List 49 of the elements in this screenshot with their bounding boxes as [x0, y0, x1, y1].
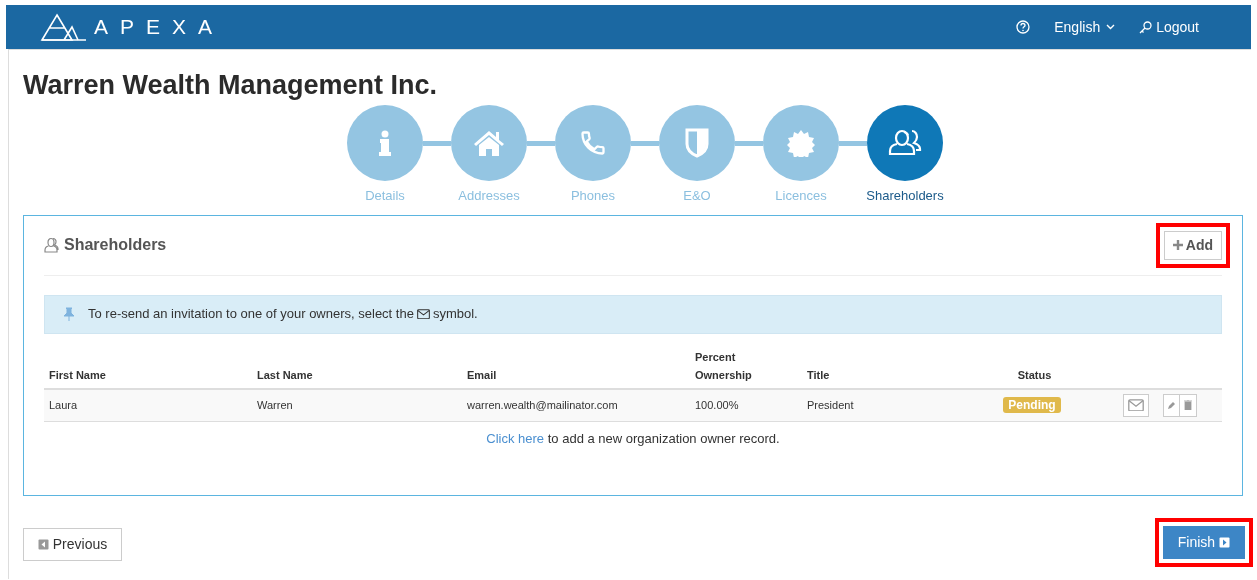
pencil-icon	[1167, 400, 1176, 410]
step-connector	[527, 141, 555, 146]
step-back-icon	[37, 539, 49, 550]
panel-title: Shareholders	[64, 235, 167, 255]
previous-button[interactable]: Previous	[23, 528, 122, 561]
column-header: Last Name	[256, 367, 314, 383]
key-icon	[1139, 20, 1153, 34]
status-badge: Pending	[1003, 397, 1061, 413]
envelope-icon	[1128, 398, 1144, 412]
table-cell-text: 100.00%	[694, 397, 740, 413]
step-connector	[423, 141, 451, 146]
resend-invite-button[interactable]	[1123, 393, 1149, 417]
alert-text: To re-send an invitation to one of your owners, select the symbol.	[88, 305, 478, 324]
user-icon	[44, 237, 60, 253]
delete-button[interactable]	[1180, 393, 1197, 417]
step-forward-icon	[1219, 536, 1231, 548]
logo-text: APEXA	[94, 14, 225, 41]
step-connector	[735, 141, 763, 146]
envelope-icon	[416, 308, 430, 320]
step-connector	[631, 141, 659, 146]
table-cell-text: Warren	[256, 397, 294, 413]
chevron-icon	[1106, 24, 1116, 30]
phone-icon	[579, 129, 607, 157]
add-button[interactable]: Add	[1163, 230, 1222, 260]
shield-icon	[685, 128, 709, 158]
column-header: First Name	[48, 367, 107, 383]
pin-icon	[63, 307, 75, 321]
logout-link[interactable]: Logout	[1139, 16, 1199, 38]
table-cell-text: Laura	[48, 397, 79, 413]
trash-icon	[1184, 400, 1192, 410]
table-cell-text: warren.wealth@mailinator.com	[466, 397, 619, 413]
column-header: Email	[466, 367, 498, 383]
finish-button[interactable]: Finish	[1163, 525, 1245, 559]
logo-icon	[40, 13, 86, 41]
home-icon	[473, 129, 505, 157]
plus-icon	[1172, 240, 1183, 250]
column-header: Title	[806, 367, 831, 383]
column-header: Status	[1016, 367, 1053, 383]
language-dropdown[interactable]: English	[1054, 16, 1116, 38]
step-connector	[839, 141, 867, 146]
column-header: Percent Ownership	[694, 349, 753, 383]
edit-button[interactable]	[1163, 393, 1180, 417]
help-icon[interactable]	[1016, 20, 1031, 34]
page-title: Warren Wealth Management Inc.	[23, 69, 439, 102]
seal-icon	[787, 129, 815, 157]
add-record-text: Click here to add a new organization owner record.	[486, 430, 780, 446]
click-here-link[interactable]: Click here	[486, 430, 545, 446]
table-cell-text: President	[806, 397, 855, 413]
info-icon	[378, 130, 392, 156]
